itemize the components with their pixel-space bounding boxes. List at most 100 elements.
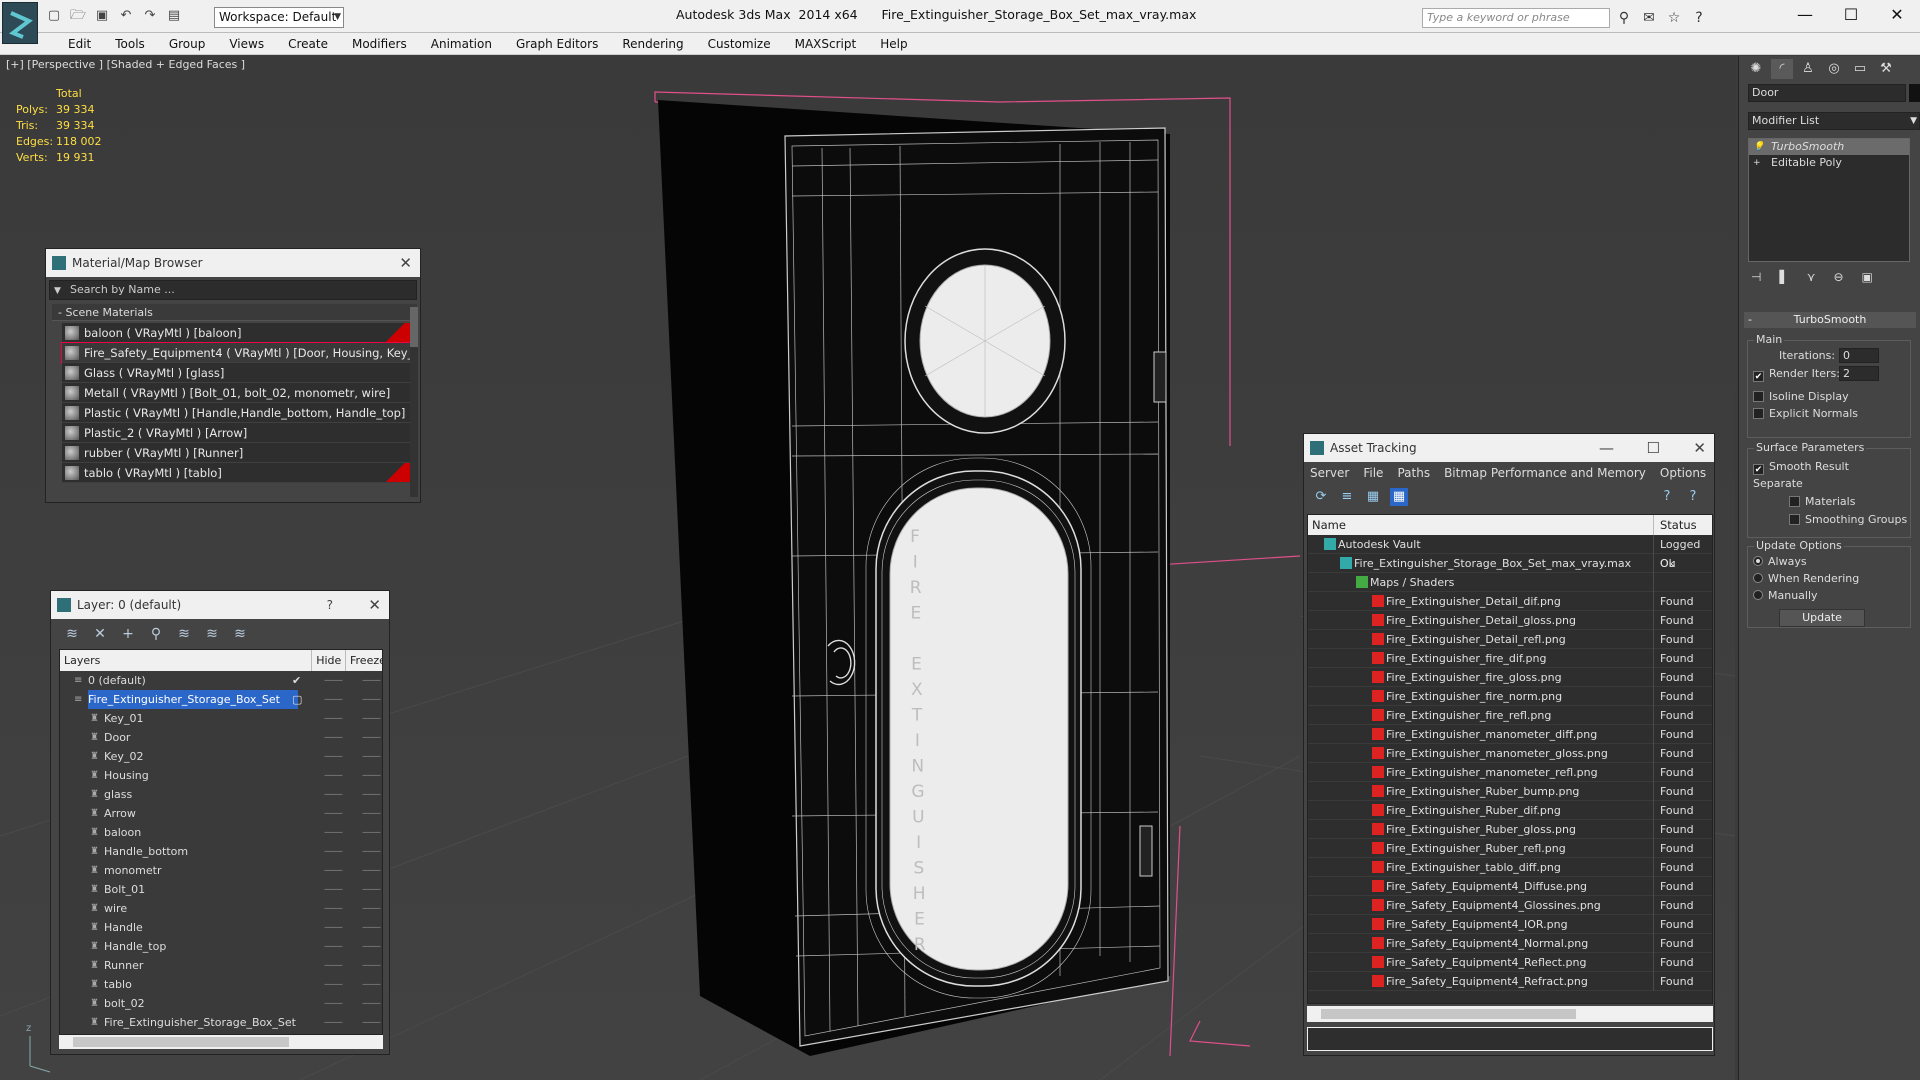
layer-row[interactable]: ♜ Arrow —— —— bbox=[60, 804, 382, 823]
asset-row[interactable]: Fire_Extinguisher_fire_refl.png Found bbox=[1308, 706, 1712, 725]
checkbox-icon[interactable] bbox=[1789, 514, 1800, 525]
iterations-spinner[interactable]: Iterations: 0 bbox=[1779, 348, 1879, 363]
hide-toggle[interactable]: —— bbox=[324, 804, 343, 823]
hide-toggle[interactable]: —— bbox=[324, 861, 343, 880]
layer-row[interactable]: ≡ Fire_Extinguisher_Storage_Box_Set ▢ —— —— bbox=[60, 690, 382, 709]
help-button[interactable]: ? bbox=[327, 591, 333, 619]
minimize-icon[interactable]: — bbox=[1599, 434, 1614, 462]
freeze-toggle[interactable]: —— bbox=[362, 899, 381, 918]
communication-center-icon[interactable]: ✉ bbox=[1639, 8, 1659, 28]
update-button[interactable]: Update bbox=[1779, 609, 1865, 627]
menu-item-modifiers[interactable]: Modifiers bbox=[340, 33, 419, 55]
asset-menu-item[interactable]: Paths bbox=[1397, 462, 1430, 484]
maximize-icon[interactable]: ☐ bbox=[1828, 0, 1874, 30]
search-input[interactable]: Type a keyword or phrase bbox=[1422, 8, 1610, 28]
layer-horizontal-scrollbar[interactable] bbox=[59, 1035, 383, 1049]
modifier-list-dropdown[interactable]: Modifier List ▼ bbox=[1748, 112, 1920, 130]
layers-column-header[interactable]: Layers bbox=[60, 650, 313, 671]
menu-item-rendering[interactable]: Rendering bbox=[610, 33, 695, 55]
render-iters-value[interactable]: 2 bbox=[1839, 366, 1879, 381]
show-end-result-icon[interactable]: ▌ bbox=[1779, 270, 1788, 284]
object-name-field[interactable]: Door bbox=[1748, 84, 1906, 102]
material-browser-titlebar[interactable]: Material/Map Browser ✕ bbox=[46, 249, 420, 277]
asset-row[interactable]: Fire_Safety_Equipment4_Diffuse.png Found bbox=[1308, 877, 1712, 896]
separate-materials-checkbox[interactable]: Materials bbox=[1789, 495, 1855, 508]
checkbox-icon[interactable] bbox=[1789, 496, 1800, 507]
asset-row[interactable]: Fire_Extinguisher_Detail_refl.png Found bbox=[1308, 630, 1712, 649]
set-current-icon[interactable]: ▢ bbox=[292, 690, 302, 709]
name-column-header[interactable]: Name bbox=[1312, 515, 1346, 535]
freeze-toggle[interactable]: —— bbox=[362, 880, 381, 899]
layer-explorer-titlebar[interactable]: Layer: 0 (default) ? ✕ bbox=[51, 591, 389, 619]
update-manually-radio[interactable]: Manually bbox=[1753, 589, 1818, 602]
update-when-rendering-radio[interactable]: When Rendering bbox=[1753, 572, 1859, 585]
asset-row[interactable]: Fire_Safety_Equipment4_Glossines.png Foun… bbox=[1308, 896, 1712, 915]
modifier-stack-item[interactable]: + Editable Poly bbox=[1749, 155, 1909, 171]
asset-horizontal-scrollbar[interactable] bbox=[1307, 1006, 1713, 1022]
configure-sets-icon[interactable]: ▣ bbox=[1862, 270, 1873, 284]
close-icon[interactable]: ✕ bbox=[399, 249, 412, 277]
menu-item-create[interactable]: Create bbox=[276, 33, 340, 55]
hide-toggle[interactable]: —— bbox=[324, 766, 343, 785]
close-icon[interactable]: ✕ bbox=[1693, 434, 1706, 462]
remove-modifier-icon[interactable]: ⊖ bbox=[1833, 270, 1843, 284]
layer-row[interactable]: ♜ Bolt_01 —— —— bbox=[60, 880, 382, 899]
status-column-header[interactable]: Status bbox=[1653, 515, 1697, 535]
turbosmooth-rollout-header[interactable]: - TurboSmooth bbox=[1744, 312, 1916, 328]
freeze-toggle[interactable]: —— bbox=[362, 766, 381, 785]
layer-row[interactable]: ♜ monometr —— —— bbox=[60, 861, 382, 880]
menu-item-group[interactable]: Group bbox=[157, 33, 218, 55]
asset-row[interactable]: Fire_Extinguisher_manometer_refl.png Foun… bbox=[1308, 763, 1712, 782]
close-icon[interactable]: ✕ bbox=[1874, 0, 1920, 30]
iterations-value[interactable]: 0 bbox=[1839, 348, 1879, 363]
checkbox-icon[interactable] bbox=[1753, 408, 1764, 419]
material-item[interactable]: Fire_Safety_Equipment4 ( VRayMtl ) [Door… bbox=[61, 342, 411, 364]
hide-toggle[interactable]: —— bbox=[324, 975, 343, 994]
menu-item-maxscript[interactable]: MAXScript bbox=[783, 33, 869, 55]
hide-toggle[interactable]: —— bbox=[324, 994, 343, 1013]
freeze-toggle[interactable]: —— bbox=[362, 1013, 381, 1032]
delete-layer-icon[interactable]: ✕ bbox=[91, 625, 109, 643]
maximize-icon[interactable]: ☐ bbox=[1647, 434, 1660, 462]
hierarchy-tab-icon[interactable]: ♙ bbox=[1797, 59, 1819, 79]
freeze-toggle[interactable]: —— bbox=[362, 975, 381, 994]
freeze-toggle[interactable]: —— bbox=[362, 956, 381, 975]
add-selection-icon[interactable]: + bbox=[119, 625, 137, 643]
layer-row[interactable]: ♜ Housing —— —— bbox=[60, 766, 382, 785]
binoculars-icon[interactable]: ⚲ bbox=[1614, 8, 1634, 28]
scene-materials-header[interactable]: - Scene Materials bbox=[52, 304, 417, 321]
hide-column-header[interactable]: Hide bbox=[312, 650, 346, 671]
asset-row[interactable]: Fire_Safety_Equipment4_IOR.png Found bbox=[1308, 915, 1712, 934]
undo-icon[interactable]: ↶ bbox=[116, 6, 136, 26]
close-icon[interactable]: ✕ bbox=[368, 591, 381, 619]
asset-row[interactable]: Fire_Safety_Equipment4_Refract.png Found bbox=[1308, 972, 1712, 991]
material-item[interactable]: tablo ( VRayMtl ) [tablo] bbox=[62, 463, 410, 483]
layer-row[interactable]: ≡ 0 (default) ✔ —— —— bbox=[60, 671, 382, 690]
layer-row[interactable]: ♜ Key_01 —— —— bbox=[60, 709, 382, 728]
hide-toggle[interactable]: —— bbox=[324, 918, 343, 937]
material-item[interactable]: rubber ( VRayMtl ) [Runner] bbox=[62, 443, 410, 463]
create-tab-icon[interactable]: ✺ bbox=[1745, 59, 1767, 79]
material-list-scrollbar[interactable] bbox=[410, 307, 418, 497]
motion-tab-icon[interactable]: ◎ bbox=[1823, 59, 1845, 79]
material-item[interactable]: Metall ( VRayMtl ) [Bolt_01, bolt_02, mo… bbox=[62, 383, 410, 403]
project-folder-icon[interactable]: ▤ bbox=[164, 6, 184, 26]
layer-row[interactable]: ♜ Handle —— —— bbox=[60, 918, 382, 937]
help-dropdown-icon[interactable]: ? bbox=[1684, 488, 1702, 506]
freeze-all-icon[interactable]: ≋ bbox=[231, 625, 249, 643]
smooth-result-checkbox[interactable]: ✔ Smooth Result bbox=[1753, 460, 1849, 475]
new-file-icon[interactable]: ▢ bbox=[44, 6, 64, 26]
freeze-toggle[interactable]: —— bbox=[362, 918, 381, 937]
radio-selected-icon[interactable] bbox=[1753, 556, 1763, 566]
list-view-icon[interactable]: ≡ bbox=[1338, 488, 1356, 506]
modify-tab-icon[interactable]: ◜ bbox=[1771, 59, 1793, 79]
freeze-column-header[interactable]: Freeze bbox=[346, 650, 382, 671]
asset-menu-item[interactable]: Server bbox=[1310, 462, 1349, 484]
freeze-toggle[interactable]: —— bbox=[362, 728, 381, 747]
asset-row[interactable]: Fire_Extinguisher_manometer_diff.png Foun… bbox=[1308, 725, 1712, 744]
make-unique-icon[interactable]: ⋎ bbox=[1807, 270, 1816, 284]
asset-row[interactable]: Fire_Extinguisher_fire_norm.png Found bbox=[1308, 687, 1712, 706]
scrollbar-thumb[interactable] bbox=[410, 307, 418, 347]
layer-row[interactable]: ♜ Handle_bottom —— —— bbox=[60, 842, 382, 861]
hide-toggle[interactable]: —— bbox=[324, 690, 343, 709]
